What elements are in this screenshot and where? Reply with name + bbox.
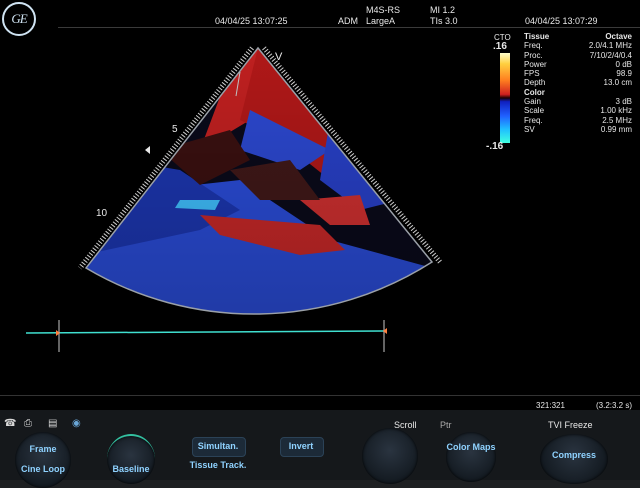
- ultrasound-screen: GE 04/04/25 13:07:25 M4S-RS LargeA ADM M…: [0, 0, 640, 410]
- ptr-label[interactable]: Ptr: [440, 420, 452, 431]
- cine-duration: (3.2:3.2 s): [596, 401, 633, 410]
- unlabeled-knob[interactable]: [362, 428, 418, 484]
- cine-loop-label: Cine Loop: [21, 464, 65, 474]
- disc-icon[interactable]: ◉: [72, 418, 81, 429]
- mode-label: TVI Freeze: [548, 420, 593, 430]
- color-maps-label: Color Maps: [446, 442, 496, 452]
- tvi-sector-image: V 5 10: [25, 46, 442, 352]
- baseline-label: Baseline: [112, 464, 150, 474]
- touch-control-panel: ☎ ⎙ ▤ ◉ Scroll Ptr TVI Freeze Frame Cine…: [0, 410, 640, 488]
- focus-marker: [145, 146, 150, 154]
- compress-label: Compress: [551, 450, 596, 460]
- simultan-label: Simultan.: [197, 441, 239, 451]
- doppler-color-fill: [86, 48, 432, 315]
- depth-label-5: 5: [172, 124, 178, 135]
- phone-icon[interactable]: ☎: [4, 418, 16, 429]
- timeline-bar: [25, 330, 387, 334]
- depth-label-10: 10: [96, 208, 108, 219]
- color-maps-knob[interactable]: [446, 432, 496, 482]
- tissue-track-label[interactable]: Tissue Track.: [184, 460, 252, 470]
- baseline-knob[interactable]: [107, 434, 155, 484]
- clipboard-icon[interactable]: ▤: [48, 418, 57, 429]
- printer-icon[interactable]: ⎙: [24, 418, 32, 429]
- frame-counter: 321:321: [536, 401, 565, 410]
- invert-label: Invert: [288, 441, 314, 451]
- status-divider: [0, 395, 640, 396]
- apex-marker: V: [275, 51, 283, 63]
- frame-label: Frame: [29, 444, 57, 454]
